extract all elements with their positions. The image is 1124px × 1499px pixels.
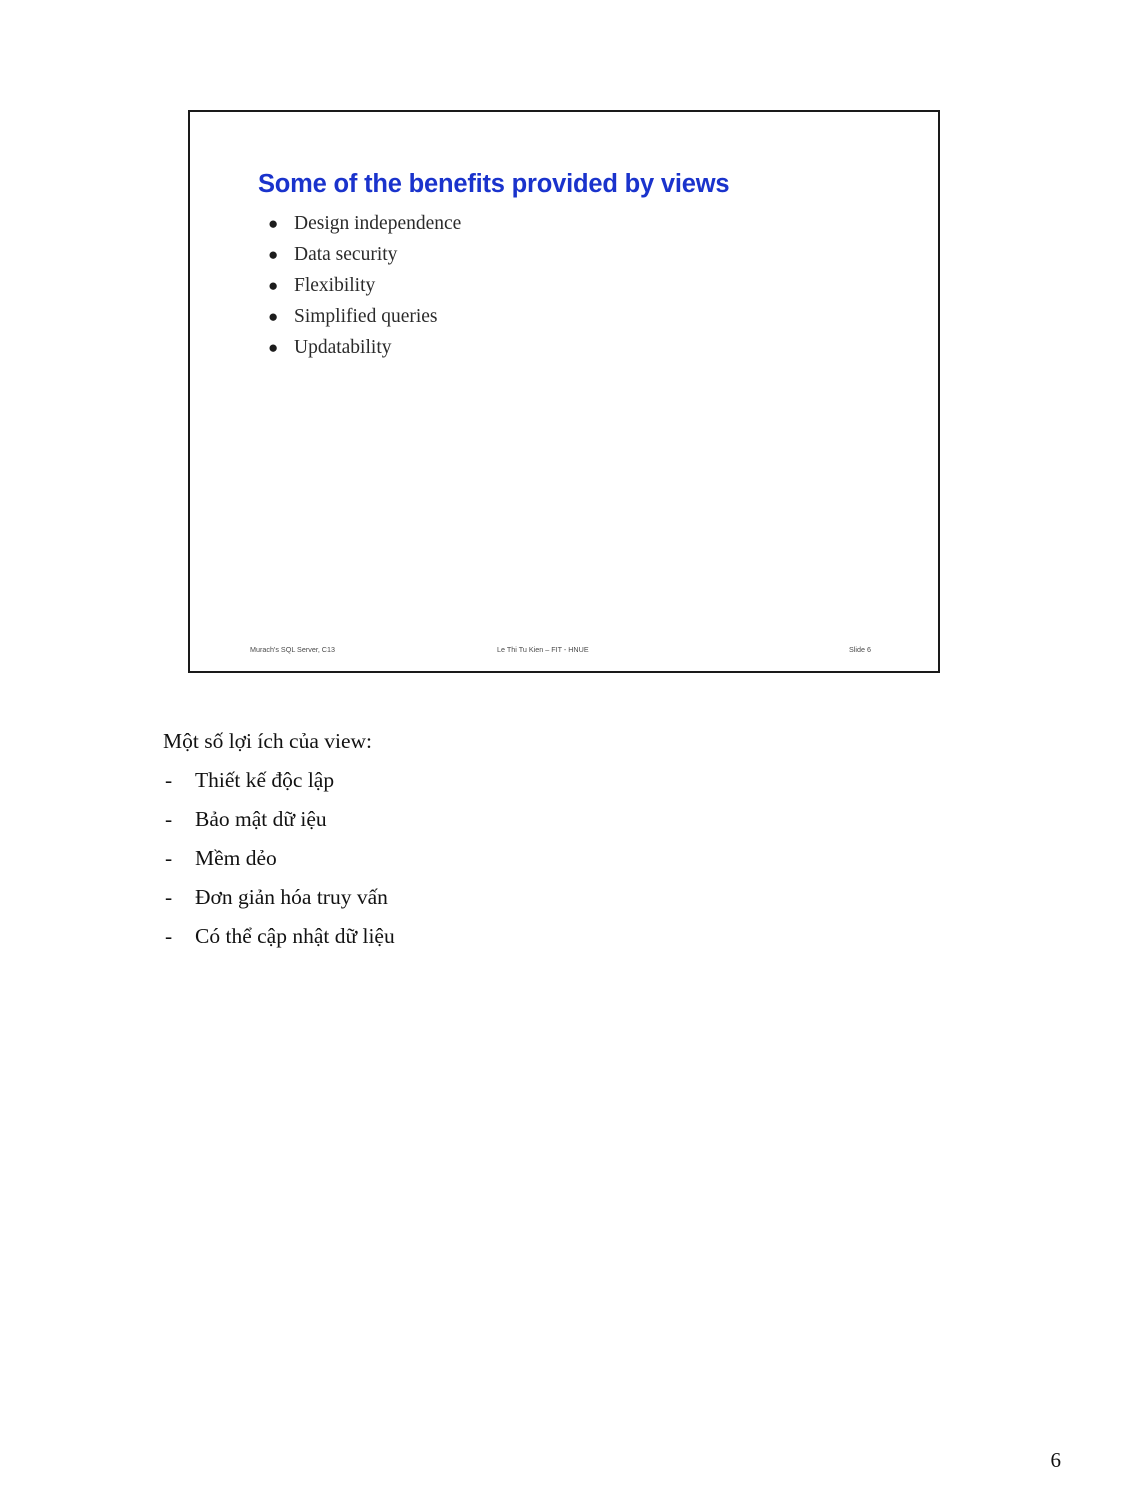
list-item: ● Design independence [258, 208, 858, 239]
slide-bullet-list: ● Design independence ● Data security ● … [258, 208, 858, 363]
list-item: ● Flexibility [258, 270, 858, 301]
list-item-label: Thiết kế độc lập [195, 768, 335, 792]
list-item-label: Simplified queries [294, 306, 438, 327]
dash-bullet-icon: - [165, 885, 173, 909]
slide-footer-number: Slide 6 [849, 645, 871, 654]
bullet-point-icon: ● [268, 245, 279, 264]
page-number: 6 [1050, 1448, 1062, 1472]
list-item: - Đơn giản hóa truy vấn [163, 878, 883, 917]
list-item-label: Mềm dẻo [195, 846, 277, 870]
slide-title: Some of the benefits provided by views [258, 170, 730, 198]
bullet-point-icon: ● [268, 276, 279, 295]
list-item: - Bảo mật dữ iệu [163, 800, 883, 839]
list-item: ● Simplified queries [258, 301, 858, 332]
list-item-label: Có thể cập nhật dữ liệu [195, 924, 395, 948]
dash-bullet-icon: - [165, 768, 173, 792]
list-item-label: Updatability [294, 337, 392, 358]
slide-canvas: Some of the benefits provided by views ●… [190, 112, 938, 671]
bullet-point-icon: ● [268, 307, 279, 326]
dash-bullet-icon: - [165, 846, 173, 870]
body-intro-line: Một số lợi ích của view: [163, 729, 373, 753]
list-item-label: Flexibility [294, 275, 376, 296]
list-item: - Có thể cập nhật dữ liệu [163, 917, 883, 956]
list-item-label: Design independence [294, 213, 462, 234]
list-item: ● Data security [258, 239, 858, 270]
list-item-label: Bảo mật dữ iệu [195, 807, 327, 831]
list-item-label: Đơn giản hóa truy vấn [195, 885, 388, 909]
dash-bullet-icon: - [165, 807, 173, 831]
list-item: - Mềm dẻo [163, 839, 883, 878]
dash-bullet-icon: - [165, 924, 173, 948]
list-item: - Thiết kế độc lập [163, 761, 883, 800]
slide-footer: Murach's SQL Server, C13 Le Thi Tu Kien … [190, 645, 938, 659]
bullet-point-icon: ● [268, 214, 279, 233]
slide-footer-author: Le Thi Tu Kien – FIT - HNUE [497, 645, 589, 654]
slide-footer-source: Murach's SQL Server, C13 [250, 645, 335, 654]
slide-figure: Some of the benefits provided by views ●… [188, 110, 940, 673]
list-item: ● Updatability [258, 332, 858, 363]
body-text: Một số lợi ích của view: - Thiết kế độc … [163, 722, 883, 956]
list-item-label: Data security [294, 244, 398, 265]
bullet-point-icon: ● [268, 338, 279, 357]
